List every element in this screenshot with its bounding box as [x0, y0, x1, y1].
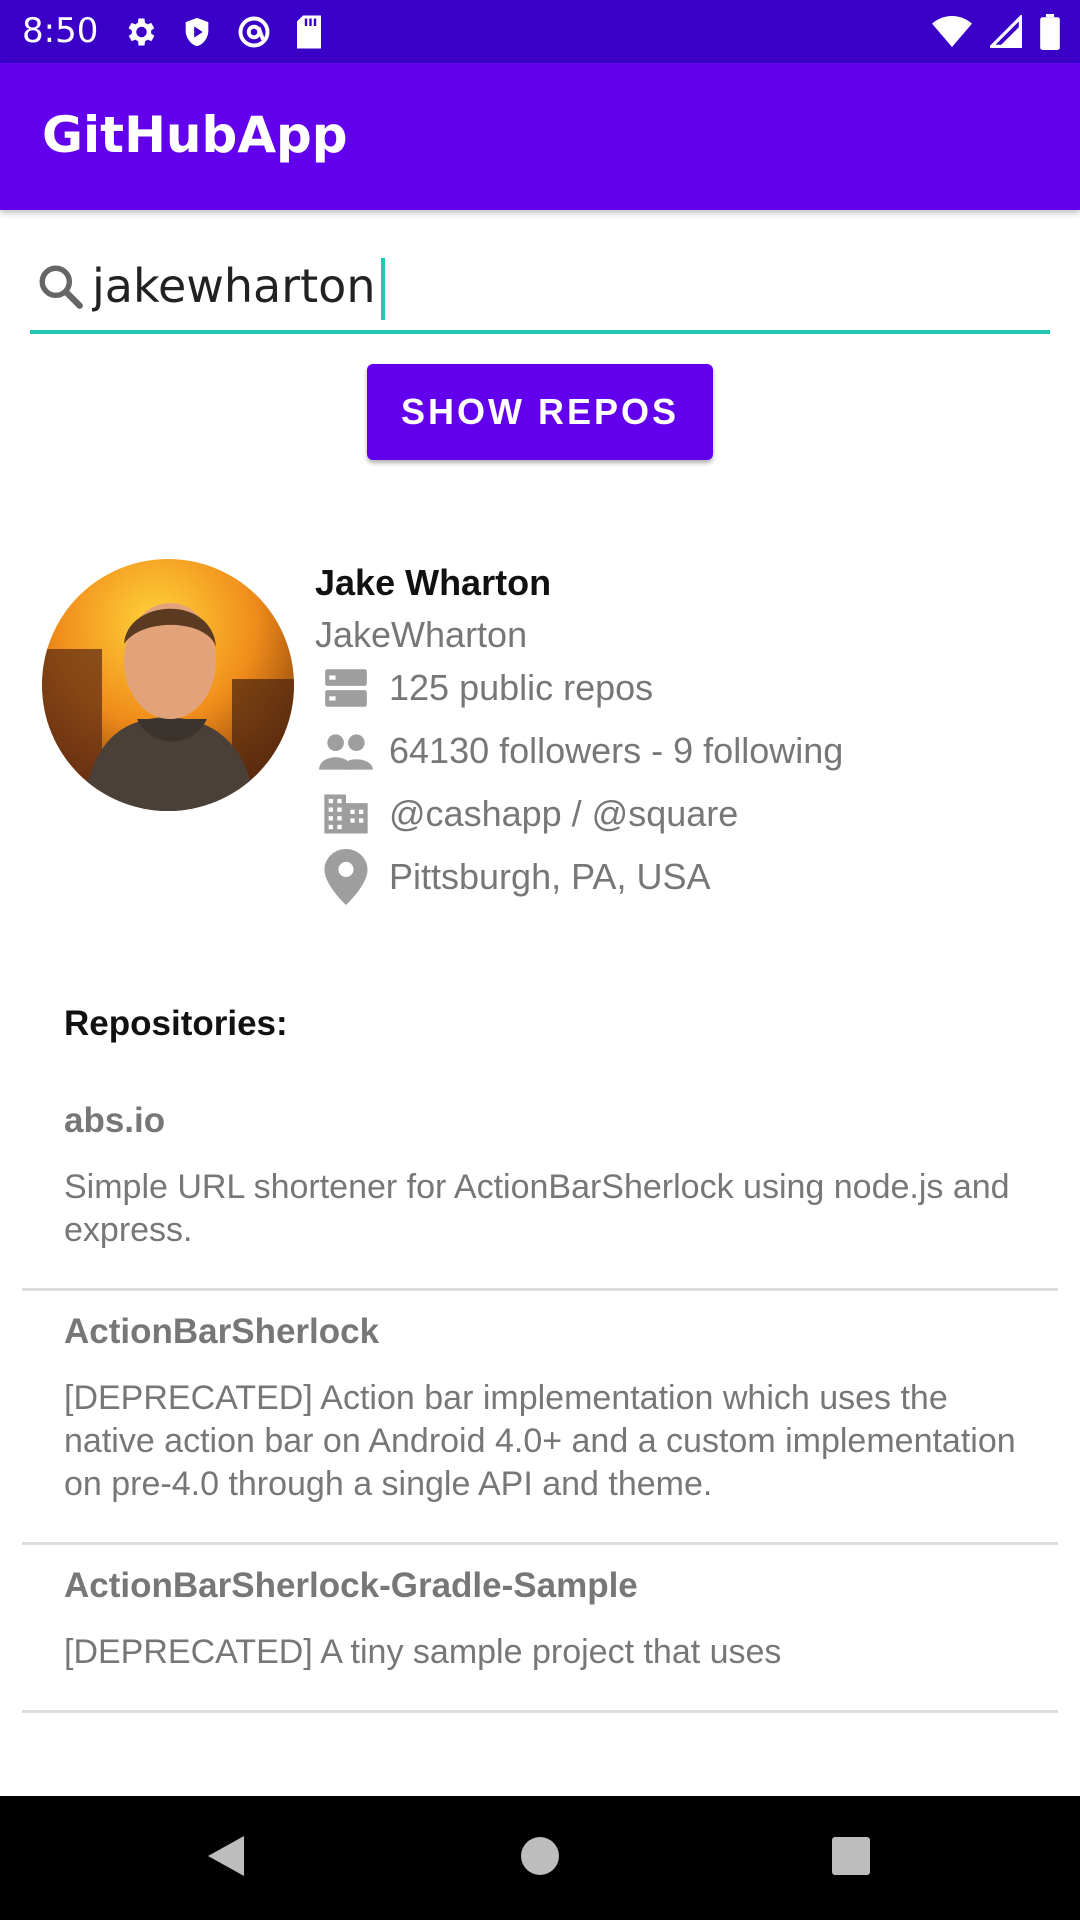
app-title: GitHubApp: [42, 106, 348, 164]
signal-icon: [987, 13, 1022, 53]
navigation-bar: [0, 1796, 1080, 1920]
avatar: [42, 559, 294, 811]
repositories-header: Repositories:: [64, 1004, 288, 1043]
info-company: @cashapp / @square: [315, 784, 738, 844]
repo-name: ActionBarSherlock-Gradle-Sample: [64, 1566, 638, 1605]
location: Pittsburgh, PA, USA: [389, 856, 711, 897]
people-icon: [315, 726, 377, 776]
info-repos: 125 public repos: [315, 658, 653, 718]
status-icons-right: [932, 13, 1060, 54]
repo-description: [DEPRECATED] A tiny sample project that …: [64, 1633, 782, 1671]
home-icon[interactable]: [520, 1832, 560, 1884]
back-icon[interactable]: [204, 1832, 248, 1884]
repo-name: abs.io: [64, 1101, 166, 1140]
repo-name: ActionBarSherlock: [64, 1312, 380, 1351]
repo-description: [DEPRECATED] Action bar implementation w…: [64, 1379, 1016, 1503]
building-icon: [315, 788, 377, 840]
at-sign-icon: [236, 14, 272, 54]
text-cursor: [381, 258, 385, 320]
search-input[interactable]: [92, 250, 1032, 322]
location-pin-icon: [315, 849, 377, 905]
info-followers: 64130 followers - 9 following: [315, 721, 843, 781]
repo-list[interactable]: abs.io Simple URL shortener for ActionBa…: [22, 1080, 1058, 1796]
repo-description: Simple URL shortener for ActionBarSherlo…: [64, 1168, 1010, 1249]
profile-name: Jake Wharton: [315, 562, 552, 603]
status-icons-left: [122, 14, 324, 54]
search-icon: [36, 262, 86, 316]
profile-login: JakeWharton: [315, 614, 528, 655]
info-location: Pittsburgh, PA, USA: [315, 847, 710, 907]
company: @cashapp / @square: [389, 793, 739, 834]
list-item[interactable]: ActionBarSherlock [DEPRECATED] Action ba…: [22, 1291, 1058, 1545]
play-protect-icon: [180, 14, 214, 54]
gear-icon: [122, 14, 158, 54]
wifi-icon: [932, 15, 972, 53]
battery-icon: [1040, 14, 1060, 54]
recents-icon[interactable]: [831, 1832, 871, 1884]
storage-icon: [315, 663, 377, 713]
app-bar: GitHubApp: [0, 63, 1080, 210]
search-field[interactable]: [30, 250, 1050, 334]
status-bar: 8:50: [0, 0, 1080, 63]
status-time: 8:50: [22, 11, 99, 51]
show-repos-button[interactable]: SHOW REPOS: [367, 364, 713, 460]
repos-count: 125 public repos: [389, 667, 654, 708]
list-item[interactable]: abs.io Simple URL shortener for ActionBa…: [22, 1080, 1058, 1291]
sd-card-icon: [294, 14, 324, 54]
list-item[interactable]: ActionBarSherlock-Gradle-Sample [DEPRECA…: [22, 1545, 1058, 1713]
followers-count: 64130 followers - 9 following: [389, 730, 844, 771]
